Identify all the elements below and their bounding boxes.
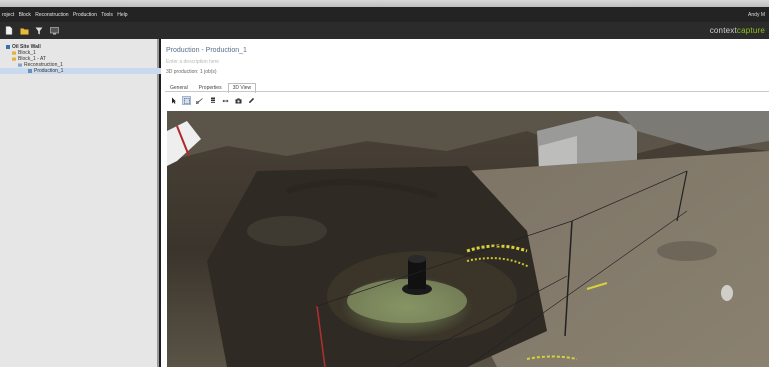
production-panel: Production - Production_1 Enter a descri… xyxy=(161,39,769,367)
project-tree-panel: Oil Site Wall Block_1 Block_1 - AT Recon… xyxy=(0,39,176,367)
brand-logo: contextcapture xyxy=(710,26,765,35)
3d-viewport[interactable] xyxy=(167,111,769,367)
menu-reconstruction[interactable]: Reconstruction xyxy=(33,12,71,18)
menu-project[interactable]: roject xyxy=(0,12,16,18)
menu-help[interactable]: Help xyxy=(115,12,130,18)
project-icon xyxy=(6,45,10,49)
camera-icon[interactable] xyxy=(234,96,243,105)
tree-item-label: Production_1 xyxy=(34,68,64,74)
user-name[interactable]: Andy M xyxy=(748,12,769,18)
status-text: 3D production: 1 job(s) xyxy=(166,69,217,75)
menu-bar: roject Block Reconstruction Production T… xyxy=(0,7,769,22)
layers-icon[interactable] xyxy=(208,96,217,105)
select-icon[interactable] xyxy=(182,96,191,105)
main-toolbar: contextcapture xyxy=(0,22,769,39)
folder-icon xyxy=(18,63,22,67)
tab-divider xyxy=(165,91,769,92)
menu-production[interactable]: Production xyxy=(71,12,99,18)
measure-icon[interactable] xyxy=(195,96,204,105)
monitor-icon[interactable] xyxy=(49,26,59,36)
page-title: Production - Production_1 xyxy=(166,47,247,54)
production-icon xyxy=(28,69,32,73)
brand-suffix: capture xyxy=(736,26,765,35)
menu-tools[interactable]: Tools xyxy=(99,12,115,18)
description-field[interactable]: Enter a description here xyxy=(166,59,219,65)
pen-icon[interactable] xyxy=(247,96,256,105)
window-titlebar xyxy=(0,0,769,7)
filter-icon[interactable] xyxy=(34,26,44,36)
folder-icon xyxy=(12,57,16,61)
folder-icon xyxy=(12,51,16,55)
open-folder-icon[interactable] xyxy=(19,26,29,36)
reconstruction-scene xyxy=(167,111,769,367)
new-icon[interactable] xyxy=(4,26,14,36)
menu-block[interactable]: Block xyxy=(16,12,33,18)
tree-item-production-1[interactable]: Production_1 xyxy=(0,68,176,74)
view-toolbar xyxy=(169,96,260,105)
project-tree: Oil Site Wall Block_1 Block_1 - AT Recon… xyxy=(0,44,176,74)
brand-prefix: context xyxy=(709,26,737,35)
pointer-icon[interactable] xyxy=(169,96,178,105)
move-icon[interactable] xyxy=(221,96,230,105)
